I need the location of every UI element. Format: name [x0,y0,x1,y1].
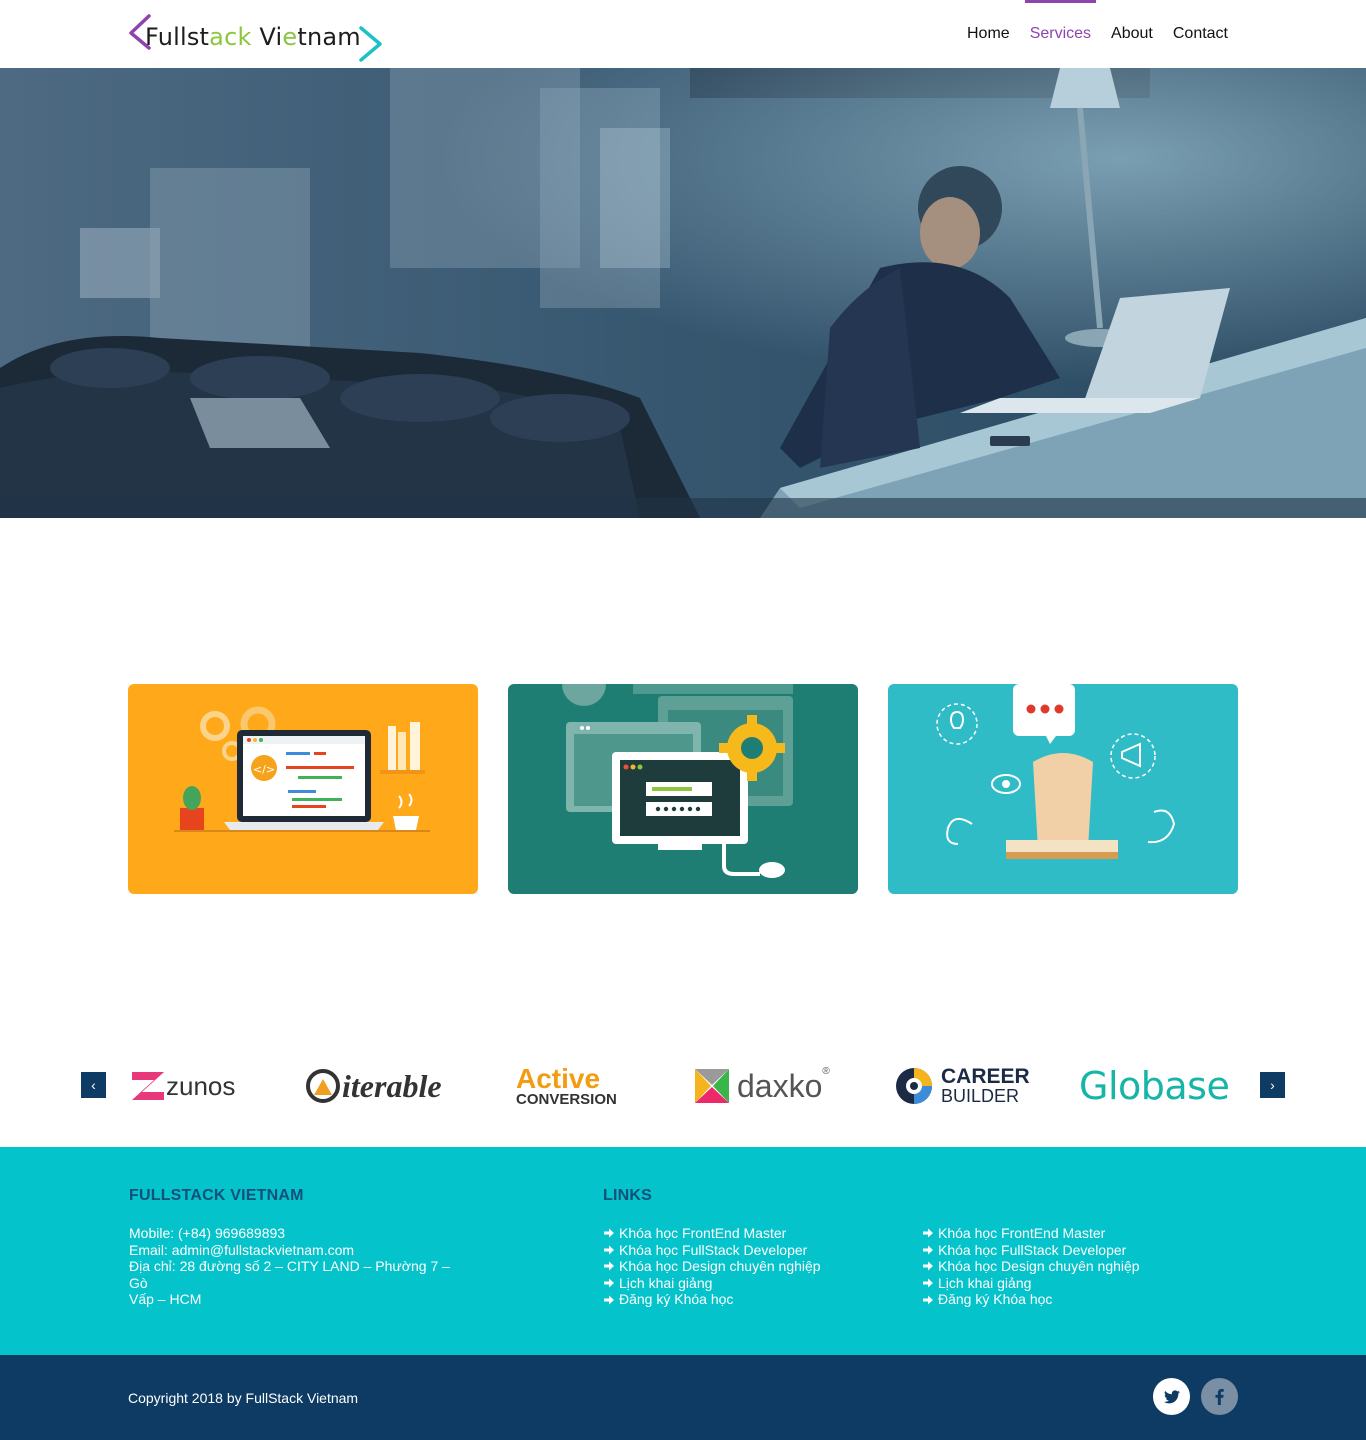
arrow-right-icon [604,1228,614,1238]
partner-subname: CONVERSION [516,1090,617,1108]
footer-info: FULLSTACK VIETNAM Mobile: (+84) 96968989… [0,1147,1366,1355]
footer-link-label: Khóa học FullStack Developer [619,1241,808,1258]
footer-address-line-2: Vấp – HCM [129,1291,202,1308]
footer-links-column-1: LINKS Khóa học FrontEnd Master Khóa học … [603,1187,903,1308]
footer-link-label: Khóa học FrontEnd Master [619,1225,787,1241]
footer-link[interactable]: Lịch khai giảng [603,1275,903,1292]
service-card-design[interactable] [888,684,1238,894]
partner-name: CAREER [941,1065,1030,1088]
footer-link-label: Khóa học FullStack Developer [938,1241,1127,1258]
twitter-icon [1163,1389,1180,1403]
svg-text:</>: </> [253,763,275,776]
footer-link[interactable]: Đăng ký Khóa học [603,1291,903,1308]
facebook-button[interactable] [1201,1378,1238,1415]
partner-logo-daxko[interactable]: daxko ® [693,1056,848,1116]
footer-link[interactable]: Đăng ký Khóa học [922,1291,1222,1308]
footer-links-title: LINKS [603,1187,652,1204]
footer-link-label: Lịch khai giảng [938,1274,1032,1291]
zunos-mark-icon [132,1072,164,1100]
footer-link[interactable]: Khóa học FrontEnd Master [922,1225,1222,1242]
footer-link-label: Đăng ký Khóa học [619,1291,734,1308]
nav-contact[interactable]: Contact [1163,0,1238,68]
hero-banner [0,68,1366,518]
footer-company-column: FULLSTACK VIETNAM Mobile: (+84) 96968989… [129,1187,469,1308]
footer-bottom-bar: Copyright 2018 by FullStack Vietnam [0,1355,1366,1440]
footer-link-label: Khóa học Design chuyên nghiệp [619,1258,821,1275]
partner-name: Active [516,1062,601,1094]
hero-office-illustration [0,68,1366,518]
carousel-next-button[interactable]: › [1260,1072,1285,1098]
footer-mobile: Mobile: (+84) 969689893 [129,1225,286,1241]
service-card-fullstack[interactable] [508,684,858,894]
design-stamp-illustration [936,684,1176,859]
main-nav: Home Services About Contact [957,0,1238,68]
footer-link[interactable]: Khóa học FullStack Developer [922,1242,1222,1259]
arrow-right-icon [923,1228,933,1238]
footer-email[interactable]: Email: admin@fullstackvietnam.com [129,1242,469,1259]
footer-address-line-1: Địa chỉ: 28 đường số 2 – CITY LAND – Phư… [129,1258,450,1291]
partner-logo-iterable[interactable]: iterable [304,1056,464,1116]
footer-link-label: Khóa học FrontEnd Master [938,1225,1106,1241]
footer-link[interactable]: Khóa học FullStack Developer [603,1242,903,1259]
footer-link[interactable]: Khóa học Design chuyên nghiệp [922,1258,1222,1275]
partner-logo-careerbuilder[interactable]: CAREER BUILDER [893,1056,1038,1116]
partner-name: zunos [166,1070,236,1101]
iterable-mark-icon [306,1069,340,1103]
chevron-left-icon: ‹ [91,1077,96,1093]
arrow-right-icon [604,1295,614,1305]
logo[interactable]: Fullstack Vietnam [128,14,388,62]
footer-link[interactable]: Khóa học Design chuyên nghiệp [603,1258,903,1275]
arrow-right-icon [604,1245,614,1255]
partners-carousel: ‹ zunos iterable Active CONVERSION daxko… [81,1056,1285,1116]
footer-links-column-2: Khóa học FrontEnd Master Khóa học FullSt… [922,1225,1222,1308]
twitter-button[interactable] [1153,1378,1190,1415]
laptop-code-illustration: </> [174,706,430,832]
partner-name: iterable [342,1067,442,1104]
footer-link-label: Đăng ký Khóa học [938,1291,1053,1308]
arrow-right-icon [923,1261,933,1271]
careerbuilder-mark-icon [896,1068,932,1104]
footer-link-label: Lịch khai giảng [619,1274,713,1291]
footer-link[interactable]: Lịch khai giảng [922,1275,1222,1292]
arrow-right-icon [923,1278,933,1288]
registered-mark: ® [822,1066,830,1077]
carousel-prev-button[interactable]: ‹ [81,1072,106,1098]
partner-logo-active-conversion[interactable]: Active CONVERSION [516,1056,636,1116]
careerbuilder-wordmark: CAREER BUILDER [941,1065,1030,1106]
footer-company-title: FULLSTACK VIETNAM [129,1187,304,1204]
footer-link-label: Khóa học Design chuyên nghiệp [938,1258,1140,1275]
arrow-right-icon [923,1295,933,1305]
nav-services[interactable]: Services [1020,0,1101,68]
chevron-right-icon: › [1270,1077,1275,1093]
footer-link[interactable]: Khóa học FrontEnd Master [603,1225,903,1242]
partner-name: daxko [737,1067,823,1104]
nav-home[interactable]: Home [957,0,1020,68]
arrow-right-icon [604,1278,614,1288]
daxko-mark-icon [695,1069,729,1103]
partner-logo-globase[interactable]: Globase [1079,1056,1239,1116]
partner-logo-zunos[interactable]: zunos [128,1056,248,1116]
partner-name: Globase [1079,1064,1230,1108]
copyright-text: Copyright 2018 by FullStack Vietnam [128,1390,359,1406]
arrow-right-icon [923,1245,933,1255]
nav-about[interactable]: About [1101,0,1163,68]
arrow-right-icon [604,1261,614,1271]
service-card-frontend[interactable]: </> [128,684,478,894]
partner-subname: BUILDER [941,1086,1020,1106]
site-header: Fullstack Vietnam Home Services About Co… [0,0,1366,68]
facebook-icon [1215,1388,1224,1405]
logo-text: Fullstack Vietnam [145,23,361,51]
computer-server-illustration [562,684,793,878]
